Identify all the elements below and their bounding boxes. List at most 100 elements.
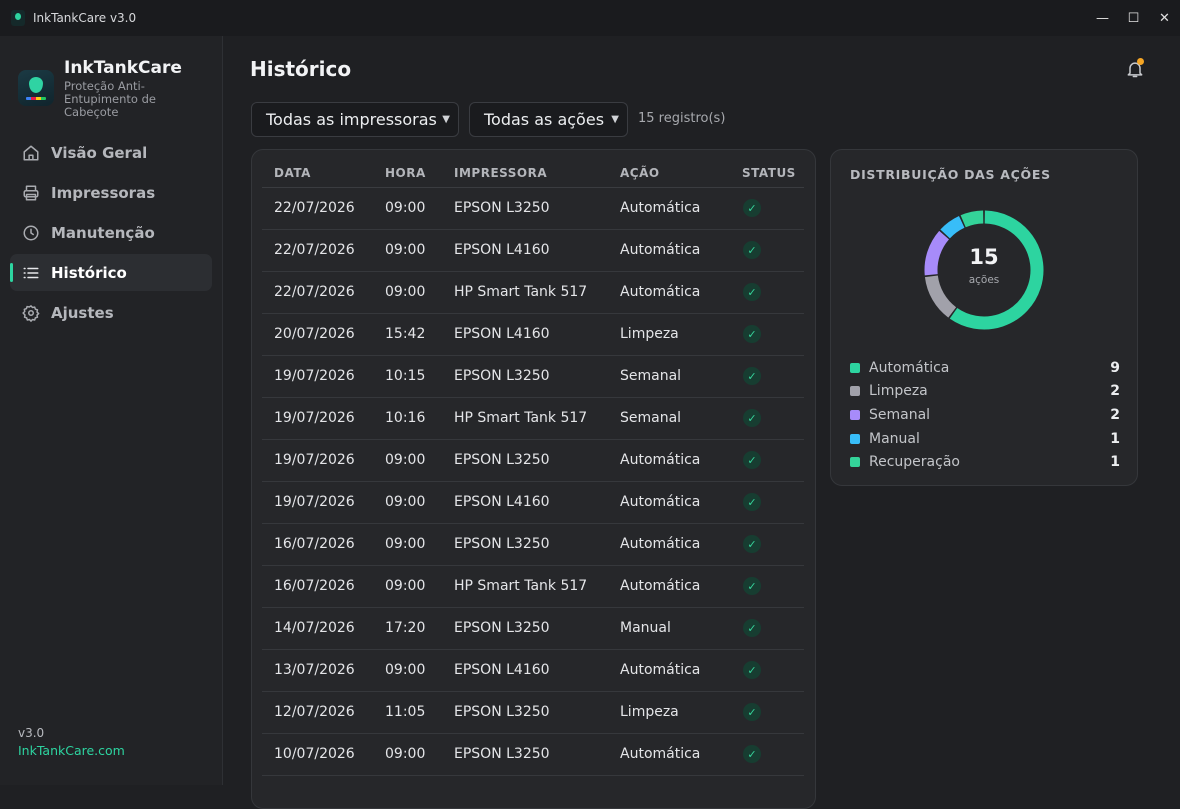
version-label: v3.0 [18,726,45,740]
cell-action: Automática [608,649,730,692]
cell-date: 13/07/2026 [262,649,373,692]
cell-status: ✓ [730,733,804,776]
printer-filter-select[interactable]: Todas as impressoras ▼ [251,102,459,137]
cell-action: Automática [608,271,730,314]
cell-printer: EPSON L3250 [442,355,608,398]
cell-action: Semanal [608,355,730,398]
legend-value: 2 [1110,383,1120,400]
table-header-row: DATA HORA IMPRESSORA AÇÃO STATUS [262,160,804,188]
cell-time: 10:16 [373,397,442,440]
cell-printer: EPSON L4160 [442,649,608,692]
action-filter-value: Todas as ações [484,110,605,129]
legend-swatch [850,386,860,397]
minimize-button[interactable]: — [1087,0,1118,36]
window-controls: — ☐ ✕ [1087,0,1180,36]
table-row[interactable]: 13/07/2026 09:00 EPSON L4160 Automática ✓ [262,649,804,692]
sidebar-item-ajustes[interactable]: Ajustes [10,294,212,331]
website-link[interactable]: InkTankCare.com [18,743,125,758]
table-row[interactable]: 20/07/2026 15:42 EPSON L4160 Limpeza ✓ [262,313,804,356]
close-button[interactable]: ✕ [1149,0,1180,36]
cell-date: 16/07/2026 [262,565,373,608]
check-icon: ✓ [743,493,761,511]
column-header-status[interactable]: STATUS [730,160,804,188]
history-table-card: DATA HORA IMPRESSORA AÇÃO STATUS 22/07/2… [251,149,816,809]
check-icon: ✓ [743,703,761,721]
table-row[interactable]: 16/07/2026 09:00 EPSON L3250 Automática ✓ [262,523,804,566]
cell-date: 19/07/2026 [262,397,373,440]
cell-time: 10:15 [373,355,442,398]
column-header-data[interactable]: DATA [262,160,373,188]
cell-printer: EPSON L3250 [442,523,608,566]
cell-status: ✓ [730,649,804,692]
column-header-hora[interactable]: HORA [373,160,442,188]
table-row[interactable]: 19/07/2026 09:00 EPSON L3250 Automática ✓ [262,439,804,482]
sidebar-item-manutencao[interactable]: Manutenção [10,214,212,251]
table-row[interactable]: 22/07/2026 09:00 EPSON L4160 Automática ✓ [262,229,804,272]
cell-date: 22/07/2026 [262,187,373,230]
column-header-acao[interactable]: AÇÃO [608,160,730,188]
legend-value: 1 [1110,430,1120,447]
legend-item: Automática 9 [850,356,1120,380]
cell-printer: HP Smart Tank 517 [442,397,608,440]
cell-printer: EPSON L3250 [442,733,608,776]
donut-total: 15 [969,245,999,269]
table-row[interactable]: 19/07/2026 10:15 EPSON L3250 Semanal ✓ [262,355,804,398]
maximize-button[interactable]: ☐ [1118,0,1149,36]
table-row[interactable]: 19/07/2026 10:16 HP Smart Tank 517 Semanal ✓ [262,397,804,440]
check-icon: ✓ [743,241,761,259]
legend-item: Semanal 2 [850,403,1120,427]
brand-subtitle: Proteção Anti-Entupimento de Cabeçote [64,79,156,119]
clock-icon [22,224,40,242]
title-bar: InkTankCare v3.0 — ☐ ✕ [0,0,1180,36]
donut-slice [960,210,984,228]
table-row[interactable]: 12/07/2026 11:05 EPSON L3250 Limpeza ✓ [262,691,804,734]
cell-printer: EPSON L4160 [442,313,608,356]
check-icon: ✓ [743,409,761,427]
cell-date: 12/07/2026 [262,691,373,734]
table-row[interactable]: 22/07/2026 09:00 HP Smart Tank 517 Automáti… [262,271,804,314]
cell-date: 19/07/2026 [262,439,373,482]
app-logo [18,70,54,106]
table-row[interactable]: 22/07/2026 09:00 EPSON L3250 Automática ✓ [262,187,804,230]
cell-time: 09:00 [373,649,442,692]
cell-time: 09:00 [373,733,442,776]
table-row[interactable]: 14/07/2026 17:20 EPSON L3250 Manual ✓ [262,607,804,650]
table-row[interactable]: 16/07/2026 09:00 HP Smart Tank 517 Automáti… [262,565,804,608]
legend-item: Recuperação 1 [850,450,1120,474]
cell-action: Limpeza [608,691,730,734]
sidebar-item-impressoras[interactable]: Impressoras [10,174,212,211]
action-filter-select[interactable]: Todas as ações ▼ [469,102,628,137]
notification-dot [1137,58,1144,65]
cell-status: ✓ [730,187,804,230]
sidebar-item-label: Histórico [51,263,127,282]
sidebar-item-historico[interactable]: Histórico [10,254,212,291]
cell-status: ✓ [730,565,804,608]
legend-item: Manual 1 [850,427,1120,451]
cell-status: ✓ [730,397,804,440]
column-header-impressora[interactable]: IMPRESSORA [442,160,608,188]
cell-date: 19/07/2026 [262,481,373,524]
cell-date: 20/07/2026 [262,313,373,356]
cell-date: 14/07/2026 [262,607,373,650]
brand: InkTankCare Proteção Anti-Entupimento de… [18,58,182,119]
cell-action: Semanal [608,397,730,440]
cell-time: 11:05 [373,691,442,734]
sidebar-item-label: Visão Geral [51,143,148,162]
table-row[interactable]: 19/07/2026 09:00 EPSON L4160 Automática ✓ [262,481,804,524]
cell-date: 19/07/2026 [262,355,373,398]
cell-time: 09:00 [373,481,442,524]
cell-status: ✓ [730,229,804,272]
sidebar-item-visao-geral[interactable]: Visão Geral [10,134,212,171]
cell-action: Manual [608,607,730,650]
cell-time: 17:20 [373,607,442,650]
chevron-down-icon: ▼ [442,114,450,125]
cell-date: 22/07/2026 [262,271,373,314]
legend-swatch [850,457,860,468]
legend-label: Automática [869,359,950,376]
cell-status: ✓ [730,313,804,356]
cell-action: Automática [608,565,730,608]
cell-date: 10/07/2026 [262,733,373,776]
table-row[interactable]: 10/07/2026 09:00 EPSON L3250 Automática ✓ [262,733,804,776]
cell-action: Automática [608,523,730,566]
cell-printer: EPSON L3250 [442,187,608,230]
